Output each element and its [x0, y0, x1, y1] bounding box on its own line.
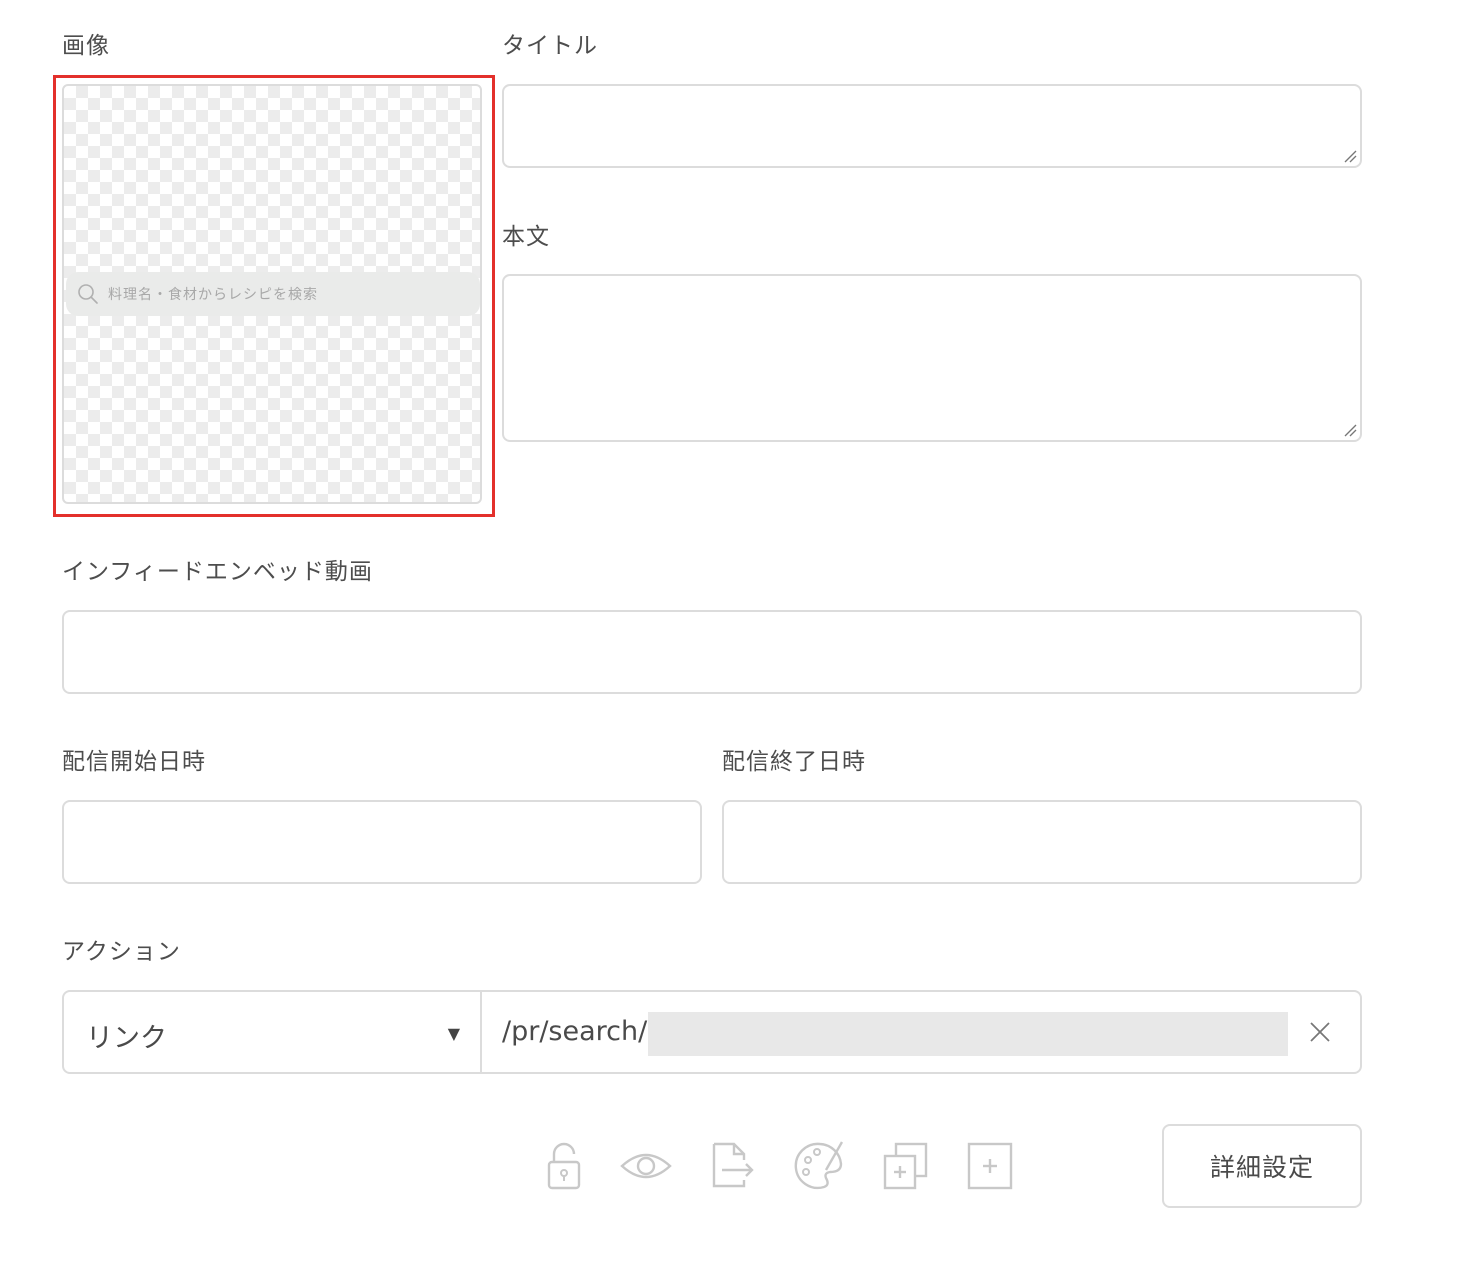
- detail-settings-button[interactable]: 詳細設定: [1162, 1124, 1362, 1208]
- duplicate-icon[interactable]: [882, 1140, 930, 1192]
- infeed-video-label: インフィードエンベッド動画: [62, 559, 373, 585]
- close-icon[interactable]: [1308, 1020, 1332, 1044]
- end-datetime-label: 配信終了日時: [722, 749, 866, 775]
- start-datetime-input[interactable]: [62, 800, 702, 884]
- title-label: タイトル: [502, 33, 598, 59]
- image-label: 画像: [62, 33, 110, 59]
- dropdown-arrow-icon: ▼: [447, 1024, 460, 1043]
- image-highlight-frame: [53, 75, 495, 517]
- body-textarea[interactable]: [502, 274, 1362, 442]
- body-label: 本文: [502, 224, 550, 250]
- infeed-video-input[interactable]: [62, 610, 1362, 694]
- add-icon[interactable]: [966, 1140, 1014, 1192]
- action-url-input[interactable]: /pr/search/: [502, 1016, 647, 1047]
- action-type-select[interactable]: リンク ▼: [64, 992, 482, 1072]
- export-icon[interactable]: [710, 1140, 758, 1192]
- palette-icon[interactable]: [794, 1140, 846, 1192]
- resize-handle-icon[interactable]: [1343, 423, 1357, 437]
- eye-icon[interactable]: [620, 1140, 672, 1192]
- action-field-group: リンク ▼ /pr/search/: [62, 990, 1362, 1074]
- lock-icon[interactable]: [544, 1140, 584, 1192]
- title-textarea[interactable]: [502, 84, 1362, 168]
- resize-handle-icon[interactable]: [1343, 149, 1357, 163]
- action-label: アクション: [62, 939, 181, 965]
- action-type-value: リンク: [86, 1023, 167, 1054]
- end-datetime-input[interactable]: [722, 800, 1362, 884]
- redacted-url-block: [648, 1012, 1288, 1056]
- start-datetime-label: 配信開始日時: [62, 749, 206, 775]
